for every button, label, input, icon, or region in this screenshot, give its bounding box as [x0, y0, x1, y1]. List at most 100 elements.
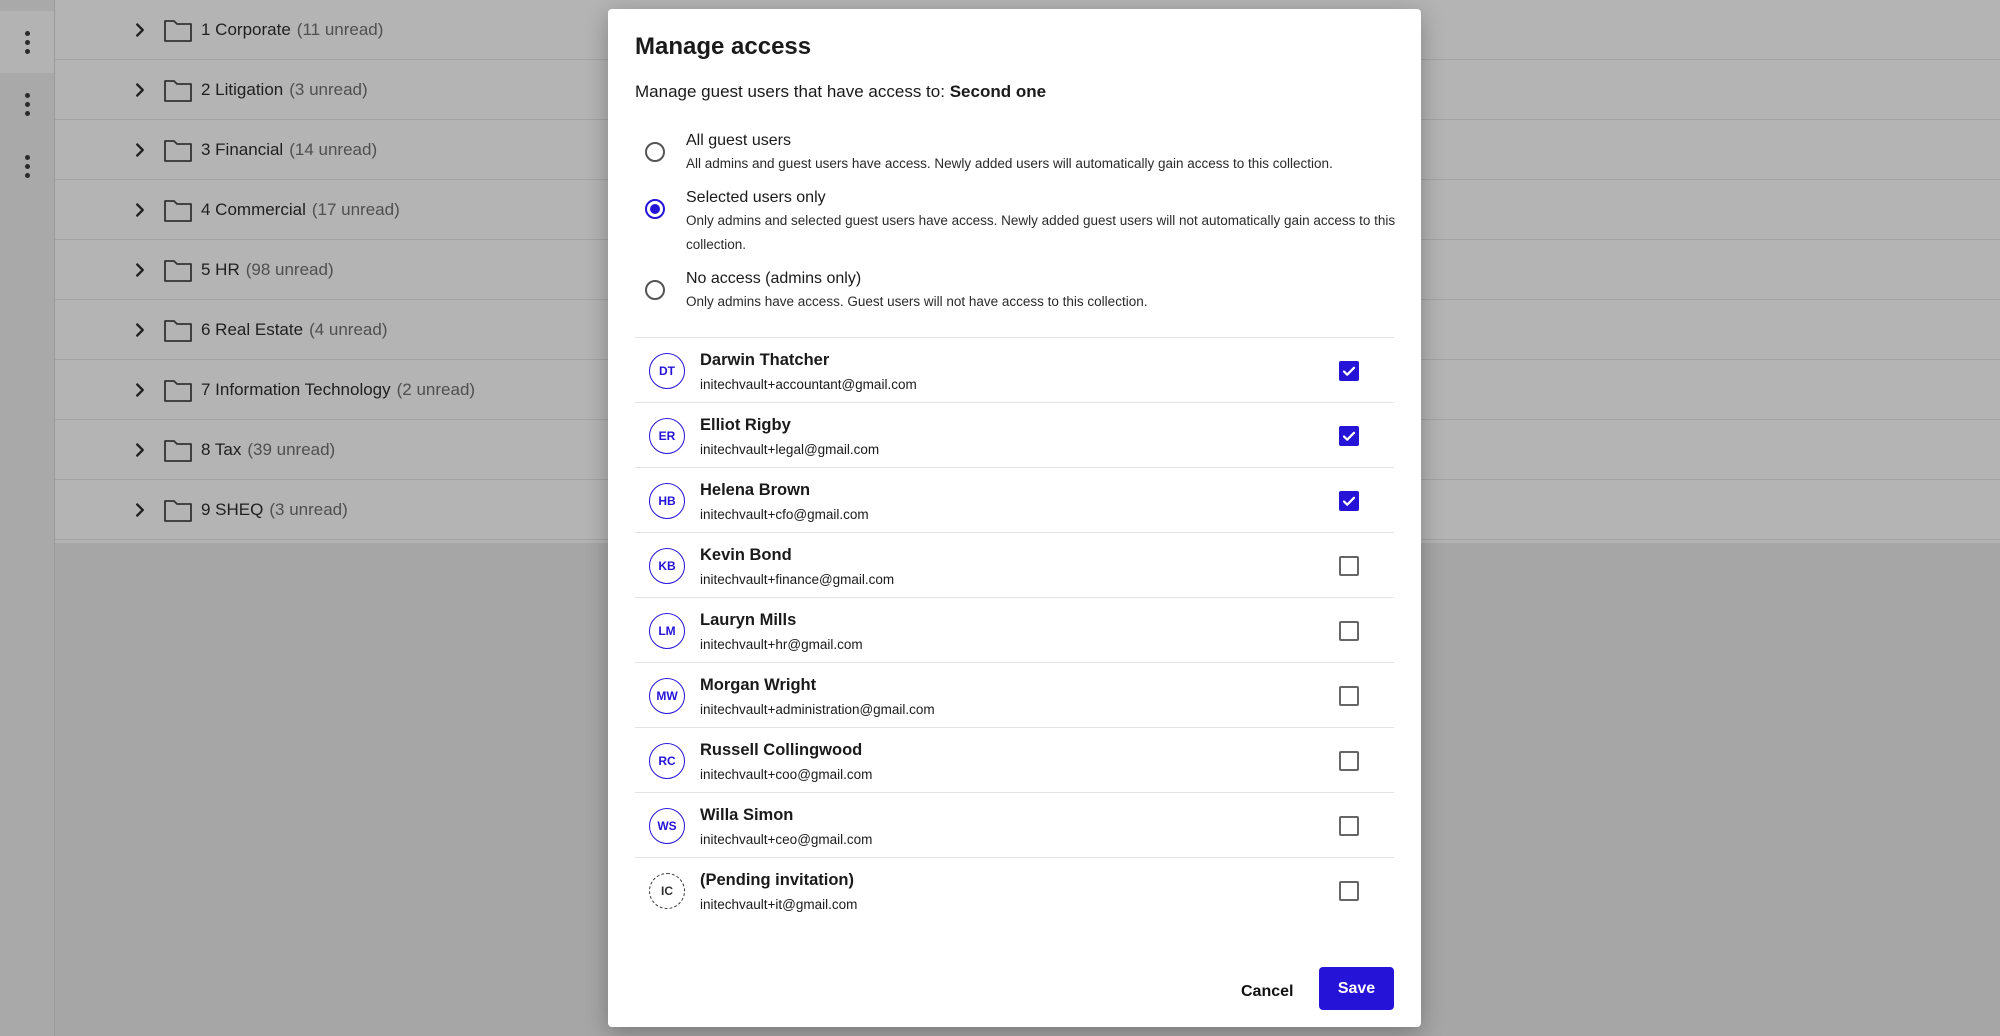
user-row[interactable]: ER Elliot Rigby initechvault+legal@gmail.c…: [635, 402, 1394, 468]
user-name: Russell Collingwood: [700, 741, 863, 759]
user-email: initechvault+legal@gmail.com: [700, 442, 880, 457]
user-email: initechvault+hr@gmail.com: [700, 637, 863, 652]
user-email: initechvault+ceo@gmail.com: [700, 832, 873, 847]
user-access-checkbox[interactable]: [1339, 556, 1359, 576]
collection-name: Second one: [949, 82, 1047, 101]
avatar: KB: [649, 548, 685, 584]
folder-unread-count: (11 unread): [296, 19, 384, 39]
user-access-checkbox[interactable]: [1339, 751, 1359, 771]
avatar: DT: [649, 353, 685, 389]
chevron-right-icon[interactable]: [129, 139, 151, 161]
chevron-right-icon[interactable]: [129, 79, 151, 101]
user-row[interactable]: KB Kevin Bond initechvault+finance@gmail.c…: [635, 532, 1394, 598]
folder-icon: [163, 497, 193, 523]
option-label: No access (admins only): [686, 270, 862, 287]
avatar: LM: [649, 613, 685, 649]
user-email: initechvault+cfo@gmail.com: [700, 507, 869, 522]
folder-title: 9 SHEQ: [201, 499, 264, 519]
folder-unread-count: (3 unread): [289, 79, 368, 99]
avatar: RC: [649, 743, 685, 779]
folder-unread-count: (39 unread): [247, 439, 336, 459]
avatar: HB: [649, 483, 685, 519]
option-description: All admins and guest users have access. …: [686, 156, 1333, 171]
folder-unread-count: (3 unread): [269, 499, 348, 519]
user-access-checkbox[interactable]: [1339, 426, 1359, 446]
more-vertical-icon[interactable]: [0, 11, 54, 73]
user-row[interactable]: HB Helena Brown initechvault+cfo@gmail.com: [635, 467, 1394, 533]
cancel-button[interactable]: Cancel: [1227, 972, 1307, 1012]
chevron-right-icon[interactable]: [129, 319, 151, 341]
folder-icon: [163, 437, 193, 463]
radio-no-access[interactable]: [645, 280, 665, 300]
user-name: Morgan Wright: [700, 676, 817, 694]
left-rail: [0, 0, 55, 1036]
option-label: Selected users only: [686, 189, 826, 206]
folder-name: 6 Real Estate (4 unread): [201, 320, 388, 340]
user-access-checkbox[interactable]: [1339, 491, 1359, 511]
user-row[interactable]: LM Lauryn Mills initechvault+hr@gmail.com: [635, 597, 1394, 663]
chevron-right-icon[interactable]: [129, 439, 151, 461]
folder-name: 9 SHEQ (3 unread): [201, 500, 348, 520]
folder-unread-count: (2 unread): [396, 379, 476, 399]
radio-all-guest-users[interactable]: [645, 142, 665, 162]
chevron-right-icon[interactable]: [129, 379, 151, 401]
folder-name: 1 Corporate (11 unread): [201, 20, 383, 40]
chevron-right-icon[interactable]: [129, 259, 151, 281]
folder-title: 1 Corporate: [201, 19, 291, 39]
user-access-checkbox[interactable]: [1339, 686, 1359, 706]
user-name: Lauryn Mills: [700, 611, 797, 629]
chevron-right-icon[interactable]: [129, 19, 151, 41]
chevron-right-icon[interactable]: [129, 199, 151, 221]
folder-unread-count: (17 unread): [311, 199, 400, 219]
user-name: Helena Brown: [700, 481, 811, 499]
user-row[interactable]: DT Darwin Thatcher initechvault+accountant…: [635, 337, 1394, 403]
avatar: IC: [649, 873, 685, 909]
subtitle-prefix: Manage guest users that have access to:: [635, 82, 945, 101]
folder-name: 8 Tax (39 unread): [201, 440, 335, 460]
user-email: initechvault+finance@gmail.com: [700, 572, 895, 587]
folder-icon: [163, 17, 193, 43]
radio-selected-users-only[interactable]: [645, 199, 665, 219]
folder-icon: [163, 317, 193, 343]
manage-access-dialog: Manage access Manage guest users that ha…: [608, 9, 1421, 1027]
user-row[interactable]: RC Russell Collingwood initechvault+coo@gm…: [635, 727, 1394, 793]
folder-title: 7 Information Technology: [201, 379, 391, 399]
user-name: Willa Simon: [700, 806, 794, 824]
user-name: (Pending invitation): [700, 871, 854, 889]
user-name: Elliot Rigby: [700, 416, 791, 434]
save-button[interactable]: Save: [1319, 967, 1394, 1010]
folder-name: 7 Information Technology (2 unread): [201, 380, 475, 400]
user-access-checkbox[interactable]: [1339, 816, 1359, 836]
folder-unread-count: (4 unread): [309, 319, 388, 339]
folder-title: 4 Commercial: [201, 199, 306, 219]
user-access-checkbox[interactable]: [1339, 361, 1359, 381]
avatar: WS: [649, 808, 685, 844]
option-label: All guest users: [686, 132, 791, 149]
chevron-right-icon[interactable]: [129, 499, 151, 521]
folder-name: 4 Commercial (17 unread): [201, 200, 400, 220]
folder-icon: [163, 377, 193, 403]
folder-icon: [163, 257, 193, 283]
user-access-checkbox[interactable]: [1339, 881, 1359, 901]
user-row[interactable]: MW Morgan Wright initechvault+administrati…: [635, 662, 1394, 728]
dialog-title: Manage access: [635, 33, 812, 60]
avatar: MW: [649, 678, 685, 714]
user-email: initechvault+it@gmail.com: [700, 897, 858, 912]
more-vertical-icon[interactable]: [0, 73, 54, 135]
option-description: Only admins have access. Guest users wil…: [686, 294, 1148, 309]
user-email: initechvault+administration@gmail.com: [700, 702, 935, 717]
user-row[interactable]: IC (Pending invitation) initechvault+it@gm…: [635, 857, 1394, 923]
avatar: ER: [649, 418, 685, 454]
folder-title: 3 Financial: [201, 139, 284, 159]
folder-icon: [163, 77, 193, 103]
folder-name: 2 Litigation (3 unread): [201, 80, 368, 100]
folder-title: 2 Litigation: [201, 79, 284, 99]
folder-name: 5 HR (98 unread): [201, 260, 334, 280]
user-row[interactable]: WS Willa Simon initechvault+ceo@gmail.com: [635, 792, 1394, 858]
folder-icon: [163, 197, 193, 223]
user-name: Darwin Thatcher: [700, 351, 830, 369]
user-access-checkbox[interactable]: [1339, 621, 1359, 641]
folder-unread-count: (14 unread): [289, 139, 378, 159]
option-description: Only admins and selected guest users hav…: [686, 213, 1396, 252]
more-vertical-icon[interactable]: [0, 135, 54, 197]
